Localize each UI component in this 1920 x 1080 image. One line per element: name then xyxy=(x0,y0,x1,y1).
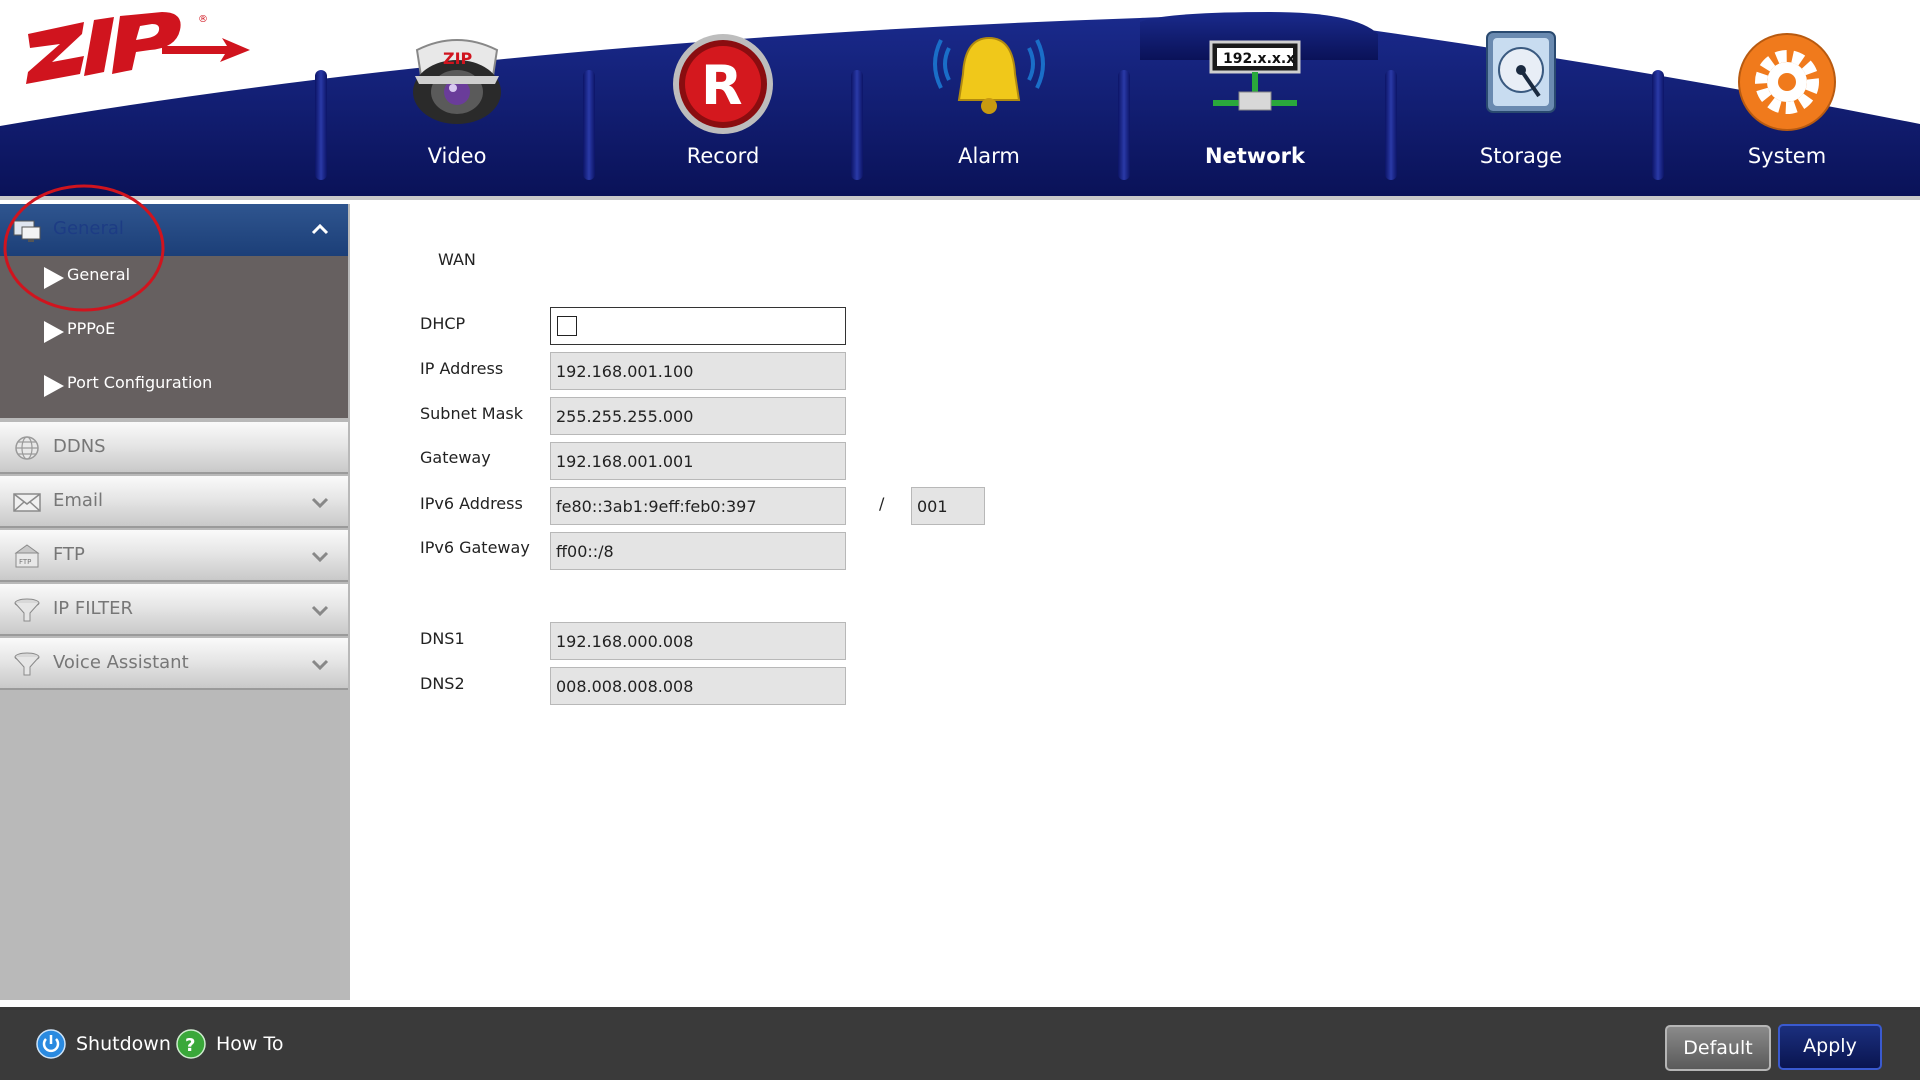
nav-record-label: Record xyxy=(686,144,760,168)
nav-system-label: System xyxy=(1747,144,1827,168)
sidebar-group-ip-filter[interactable]: IP FILTER xyxy=(0,584,348,636)
svg-text:R: R xyxy=(701,54,743,117)
dhcp-checkbox[interactable] xyxy=(557,316,577,336)
subnet-mask-input[interactable]: 255.255.255.000 xyxy=(550,397,846,435)
nav-system[interactable]: System xyxy=(1677,0,1897,190)
nav-separator xyxy=(1118,70,1130,180)
sidebar-group-label: Email xyxy=(53,490,103,511)
sidebar-group-label: FTP xyxy=(53,544,85,565)
nav-storage-label: Storage xyxy=(1479,144,1563,168)
dhcp-field xyxy=(550,307,846,345)
ipv6-gateway-input[interactable]: ff00::/8 xyxy=(550,532,846,570)
chevron-down-icon xyxy=(311,551,329,563)
nav-alarm-label: Alarm xyxy=(958,144,1020,168)
how-to-button[interactable]: ? How To xyxy=(176,1026,284,1062)
apply-button[interactable]: Apply xyxy=(1778,1024,1882,1070)
nav-video[interactable]: ZIP Video xyxy=(347,0,567,190)
envelope-icon xyxy=(13,493,41,512)
zip-logo: ® xyxy=(26,12,250,84)
ip-address-input[interactable]: 192.168.001.100 xyxy=(550,352,846,390)
nav-separator xyxy=(1652,70,1664,180)
funnel-icon xyxy=(14,652,40,676)
ipv6-address-label: IPv6 Address xyxy=(420,494,523,513)
network-icon-text: 192.x.x.x xyxy=(1223,51,1295,67)
chevron-down-icon xyxy=(311,605,329,617)
chevron-up-icon xyxy=(311,223,329,235)
dns1-label: DNS1 xyxy=(420,629,465,648)
sidebar-group-label: IP FILTER xyxy=(53,598,133,619)
nav-separator xyxy=(315,70,327,180)
dns2-input[interactable]: 008.008.008.008 xyxy=(550,667,846,705)
sidebar-item-pppoe[interactable]: PPPoE xyxy=(42,310,342,350)
sidebar-group-ftp[interactable]: FTP FTP xyxy=(0,530,348,582)
svg-text:?: ? xyxy=(185,1035,195,1056)
globe-icon xyxy=(15,436,39,460)
sidebar-group-ddns[interactable]: DDNS xyxy=(0,422,348,474)
bottom-bar: Shutdown ? How To Default Apply xyxy=(0,1007,1920,1080)
dome-camera-icon: ZIP xyxy=(413,39,501,124)
subnet-mask-label: Subnet Mask xyxy=(420,404,524,423)
record-icon: R xyxy=(673,34,773,134)
svg-text:®: ® xyxy=(198,14,208,25)
bell-icon xyxy=(933,36,1045,114)
sidebar-group-label: Voice Assistant xyxy=(53,652,189,673)
sidebar: General General PPPoE Port Configuration xyxy=(0,204,350,1000)
hard-disk-icon xyxy=(1486,31,1556,113)
dns1-input[interactable]: 192.168.000.008 xyxy=(550,622,846,660)
ipv6-prefix-separator: / xyxy=(879,494,885,513)
nav-separator xyxy=(851,70,863,180)
nav-separator xyxy=(583,70,595,180)
nav-network[interactable]: 192.x.x.x Network xyxy=(1145,0,1365,190)
power-icon xyxy=(36,1029,66,1059)
chevron-down-icon xyxy=(311,497,329,509)
svg-text:ZIP: ZIP xyxy=(443,49,473,68)
dns2-label: DNS2 xyxy=(420,674,465,693)
chevron-down-icon xyxy=(311,659,329,671)
nav-separator xyxy=(1385,70,1397,180)
how-to-label: How To xyxy=(216,1033,284,1055)
ipv6-address-input[interactable]: fe80::3ab1:9eff:feb0:397 xyxy=(550,487,846,525)
sidebar-item-label: Port Configuration xyxy=(67,373,213,392)
play-arrow-icon xyxy=(44,321,64,343)
nav-network-label: Network xyxy=(1204,144,1305,168)
sidebar-group-voice-assistant[interactable]: Voice Assistant xyxy=(0,638,348,690)
sidebar-item-port-configuration[interactable]: Port Configuration xyxy=(42,364,342,404)
sidebar-group-label: DDNS xyxy=(53,436,106,457)
ipv6-gateway-label: IPv6 Gateway xyxy=(420,538,530,557)
sidebar-item-label: PPPoE xyxy=(67,319,116,338)
nav-storage[interactable]: Storage xyxy=(1411,0,1631,190)
gateway-input[interactable]: 192.168.001.001 xyxy=(550,442,846,480)
ip-address-label: IP Address xyxy=(420,359,504,378)
funnel-icon xyxy=(14,598,40,622)
network-icon: 192.x.x.x xyxy=(1209,40,1301,111)
gateway-label: Gateway xyxy=(420,448,491,467)
help-icon: ? xyxy=(176,1029,206,1059)
shutdown-label: Shutdown xyxy=(76,1033,171,1055)
annotation-circle xyxy=(3,184,165,312)
ftp-icon: FTP xyxy=(14,544,40,568)
gear-icon xyxy=(1738,33,1836,131)
default-button[interactable]: Default xyxy=(1665,1025,1771,1071)
ipv6-prefix-input[interactable]: 001 xyxy=(911,487,985,525)
nav-record[interactable]: R Record xyxy=(613,0,833,190)
svg-text:FTP: FTP xyxy=(19,558,31,566)
play-arrow-icon xyxy=(44,375,64,397)
shutdown-button[interactable]: Shutdown xyxy=(36,1026,171,1062)
section-title-wan: WAN xyxy=(438,250,476,269)
dhcp-label: DHCP xyxy=(420,314,466,333)
top-navigation-bar: ® ZIP Video R Record Alarm 192.x.x.x Net… xyxy=(0,0,1920,200)
sidebar-group-email[interactable]: Email xyxy=(0,476,348,528)
nav-video-label: Video xyxy=(427,144,487,168)
nav-alarm[interactable]: Alarm xyxy=(879,0,1099,190)
